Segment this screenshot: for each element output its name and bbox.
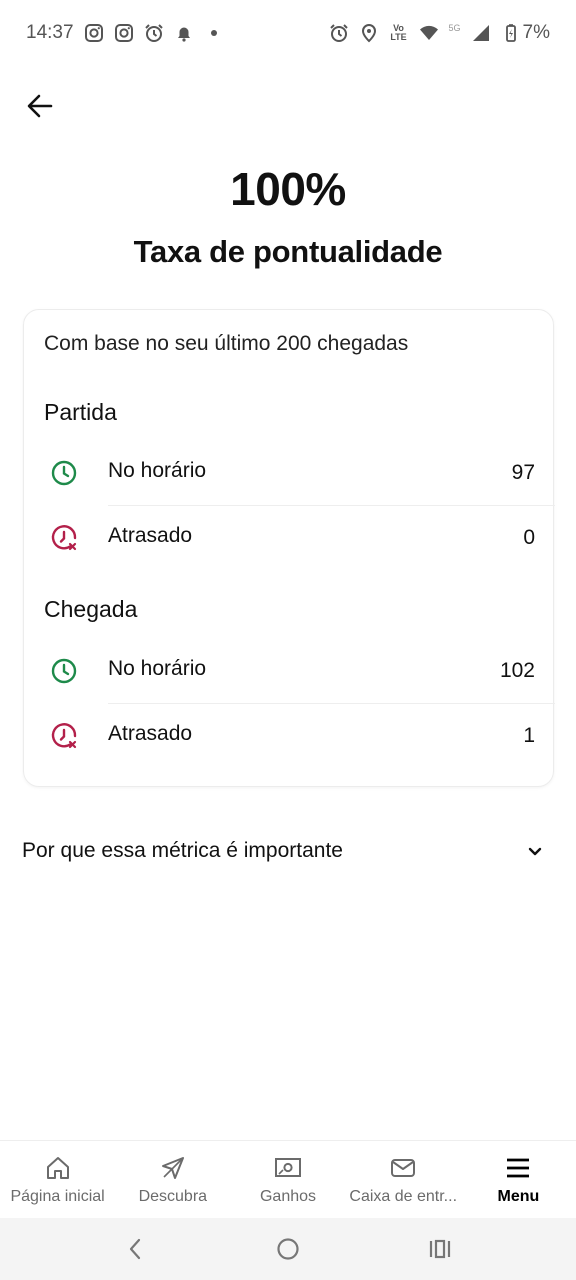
clock-late-icon [50, 524, 78, 552]
circle-icon [277, 1238, 299, 1260]
system-back-button[interactable] [116, 1229, 156, 1269]
row-value: 1 [523, 724, 535, 747]
page-title: Taxa de pontualidade [133, 234, 443, 269]
nav-label: Ganhos [259, 1187, 317, 1205]
back-button[interactable] [20, 86, 60, 126]
nav-label: Caixa de entr... [349, 1187, 458, 1205]
card-subtitle: Com base no seu último 200 chegadas [44, 332, 409, 355]
dot-icon [204, 23, 224, 43]
row-value: 102 [499, 659, 535, 682]
5g-icon: 5G [448, 22, 461, 33]
nav-label: Descubra [138, 1187, 208, 1205]
status-bar-left: 14:37 [26, 22, 224, 44]
nav-item-earnings[interactable]: Ganhos [230, 1141, 345, 1218]
nav-label: Menu [497, 1187, 540, 1205]
menu-icon [504, 1154, 532, 1182]
metric-info-expander[interactable]: Por que essa métrica é importante [0, 826, 576, 876]
volte-label-bottom: LTE [390, 32, 407, 42]
nav-label: Página inicial [10, 1187, 105, 1205]
departure-late-row: Atrasado 0 [24, 506, 555, 570]
battery-icon [501, 23, 521, 43]
row-label: No horário [108, 459, 207, 482]
arrival-on-time-row: No horário 102 [24, 639, 555, 703]
system-recents-button[interactable] [420, 1229, 460, 1269]
row-label: Atrasado [108, 524, 193, 547]
section-title-arrival: Chegada [44, 596, 138, 622]
status-bar: 14:37 Vo LTE 5G 7% [0, 0, 576, 66]
system-home-button[interactable] [268, 1229, 308, 1269]
volte-icon: Vo LTE [389, 23, 409, 43]
bell-icon [174, 23, 194, 43]
arrival-late-row: Atrasado 1 [24, 704, 555, 768]
clock-on-time-icon [50, 657, 78, 685]
clock-on-time-icon [50, 459, 78, 487]
location-icon [359, 23, 379, 43]
instagram-icon [114, 23, 134, 43]
instagram-icon [84, 23, 104, 43]
row-value: 97 [511, 461, 535, 484]
row-label: Atrasado [108, 722, 193, 745]
section-title-departure: Partida [44, 399, 117, 425]
chevron-left-icon [129, 1238, 141, 1260]
status-bar-right: Vo LTE 5G 7% [329, 22, 550, 44]
status-time: 14:37 [26, 22, 74, 43]
battery-level: 7% [522, 22, 550, 43]
row-label: No horário [108, 657, 207, 680]
money-icon [274, 1154, 302, 1182]
punctuality-card: Com base no seu último 200 chegadas Part… [23, 309, 555, 787]
clock-late-icon [50, 722, 78, 750]
chevron-down-icon [526, 842, 544, 860]
system-nav-bar [0, 1218, 576, 1280]
nav-item-discover[interactable]: Descubra [115, 1141, 230, 1218]
metric-info-label: Por que essa métrica é importante [22, 839, 343, 862]
recents-icon [429, 1239, 451, 1259]
departure-on-time-row: No horário 97 [24, 441, 555, 505]
bottom-nav: Página inicial Descubra Ganhos Caixa de … [0, 1140, 576, 1218]
wifi-icon [419, 23, 439, 43]
row-value: 0 [523, 526, 535, 549]
alarm-icon [329, 23, 349, 43]
signal-icon [471, 23, 491, 43]
compass-icon [159, 1154, 187, 1182]
screen: 14:37 Vo LTE 5G 7% 100% Taxa de pontuali… [0, 0, 576, 1280]
nav-item-menu[interactable]: Menu [461, 1141, 576, 1218]
nav-item-home[interactable]: Página inicial [0, 1141, 115, 1218]
alarm-icon [144, 23, 164, 43]
arrow-left-icon [27, 94, 53, 118]
nav-item-inbox[interactable]: Caixa de entr... [346, 1141, 461, 1218]
mail-icon [389, 1154, 417, 1182]
punctuality-score: 100% [230, 163, 346, 215]
home-icon [44, 1154, 72, 1182]
